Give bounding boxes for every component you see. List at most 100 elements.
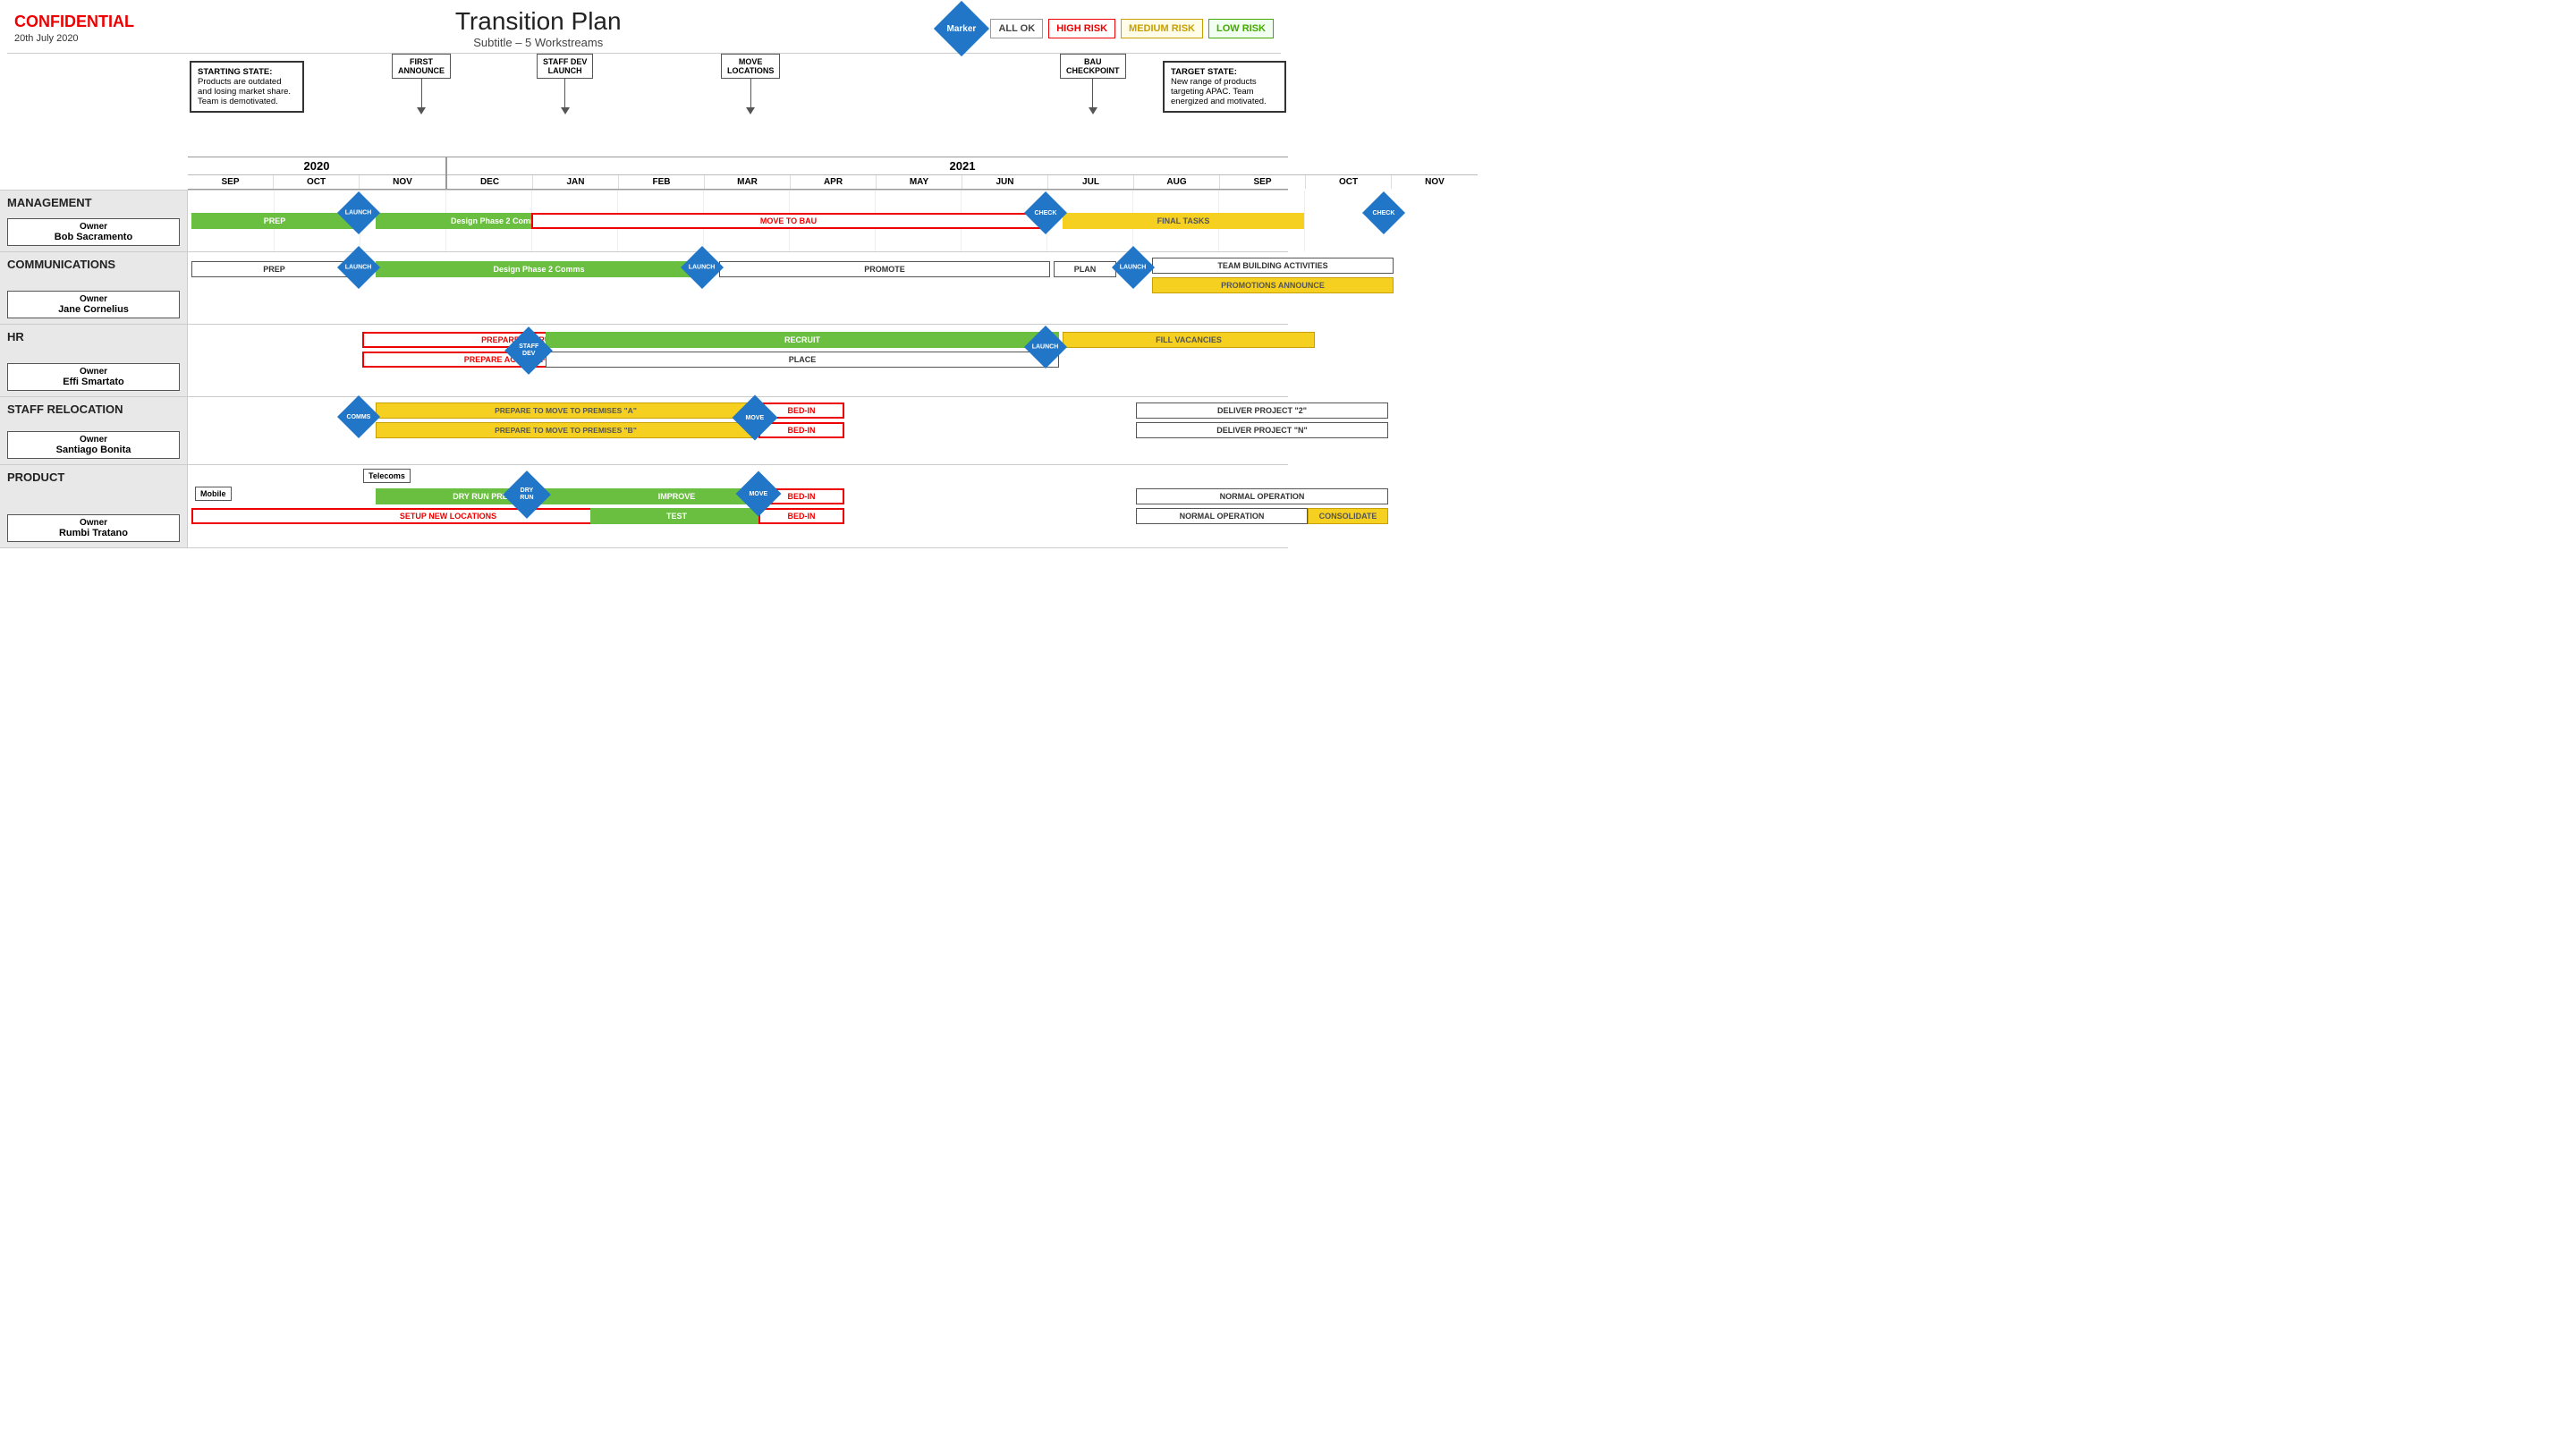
comms-launch-diamond-3: LAUNCH	[1112, 246, 1155, 289]
year-2021: 2021 DEC JAN FEB MAR APR MAY JUN JUL AUG…	[447, 157, 1478, 189]
comms-plan-bar: PLAN	[1054, 261, 1116, 277]
product-normal-op-bottom-bar: NORMAL OPERATION	[1136, 508, 1308, 524]
staff-relocation-name: STAFF RELOCATION	[7, 402, 180, 416]
starting-state-title: STARTING STATE:	[198, 67, 272, 77]
month-jul: JUL	[1048, 175, 1134, 189]
header: CONFIDENTIAL 20th July 2020 Transition P…	[0, 0, 1288, 53]
hr-row: HR Owner Effi Smartato PREPARE RECRUITER…	[0, 324, 1288, 396]
year-2021-label: 2021	[447, 157, 1478, 175]
reloc-comms-diamond: COMMS	[337, 395, 380, 438]
month-sep-2020: SEP	[188, 175, 274, 189]
product-content: Mobile Telecoms DRY RUN PREP SETUP NEW L…	[188, 465, 1288, 547]
confidential-label: CONFIDENTIAL	[14, 13, 134, 31]
management-row: MANAGEMENT Owner Bob Sacramento PREP LAU…	[0, 190, 1288, 251]
month-aug: AUG	[1134, 175, 1220, 189]
milestone-area: STARTING STATE: Products are outdated an…	[188, 54, 1288, 157]
product-mobile-callout: Mobile	[195, 487, 232, 501]
comms-launch-diamond-2: LAUNCH	[681, 246, 724, 289]
hr-owner-name: Effi Smartato	[13, 377, 174, 387]
comms-team-building-bar: TEAM BUILDING ACTIVITIES	[1152, 258, 1394, 274]
hr-owner-title: Owner	[13, 367, 174, 377]
mgmt-check-diamond-2: CHECK	[1362, 191, 1405, 234]
communications-owner-title: Owner	[13, 294, 174, 304]
comms-design-phase-bar: Design Phase 2 Comms	[376, 261, 702, 277]
month-jun: JUN	[962, 175, 1048, 189]
hr-label: HR Owner Effi Smartato	[0, 325, 188, 396]
comms-promote-bar: PROMOTE	[719, 261, 1050, 277]
management-owner-title: Owner	[13, 222, 174, 232]
year-2020-label: 2020	[188, 157, 445, 175]
months-2020: SEP OCT NOV	[188, 175, 445, 189]
comms-promotions-bar: PROMOTIONS ANNOUNCE	[1152, 277, 1394, 293]
milestone-bau-checkpoint: BAUCHECKPOINT	[1060, 54, 1126, 114]
milestone-first-announce: FIRSTANNOUNCE	[392, 54, 451, 114]
reloc-deliver-n-bar: DELIVER PROJECT "N"	[1136, 422, 1388, 438]
target-state-title: TARGET STATE:	[1171, 67, 1237, 77]
communications-label: COMMUNICATIONS Owner Jane Cornelius	[0, 252, 188, 324]
communications-content: PREP LAUNCH Design Phase 2 Comms LAUNCH …	[188, 252, 1288, 324]
month-nov-2020: NOV	[360, 175, 445, 189]
starting-state-text: Products are outdated and losing market …	[198, 77, 291, 106]
product-normal-op-top-bar: NORMAL OPERATION	[1136, 488, 1388, 504]
management-content: PREP LAUNCH Design Phase 2 Comms MOVE TO…	[188, 191, 1288, 251]
reloc-prep-b-bar: PREPARE TO MOVE TO PREMISES "B"	[376, 422, 756, 438]
legend-low-risk: LOW RISK	[1208, 19, 1274, 38]
hr-recruit-bar: RECRUIT	[546, 332, 1059, 348]
product-dry-run-prep-bar: DRY RUN PREP	[376, 488, 590, 504]
confidential-section: CONFIDENTIAL 20th July 2020	[14, 13, 134, 44]
reloc-prep-a-bar: PREPARE TO MOVE TO PREMISES "A"	[376, 402, 756, 419]
staff-relocation-content: COMMS PREPARE TO MOVE TO PREMISES "A" PR…	[188, 397, 1288, 464]
hr-place-bar: PLACE	[546, 352, 1059, 368]
month-may: MAY	[877, 175, 962, 189]
staff-relocation-row: STAFF RELOCATION Owner Santiago Bonita C…	[0, 396, 1288, 464]
legend-medium-risk: MEDIUM RISK	[1121, 19, 1203, 38]
month-dec: DEC	[447, 175, 533, 189]
main-title: Transition Plan	[455, 7, 622, 36]
month-nov: NOV	[1392, 175, 1478, 189]
mgmt-move-to-bau-bar: MOVE TO BAU	[531, 213, 1046, 229]
product-name: PRODUCT	[7, 470, 180, 484]
mgmt-final-tasks-bar: FINAL TASKS	[1063, 213, 1304, 229]
months-2021: DEC JAN FEB MAR APR MAY JUN JUL AUG SEP …	[447, 175, 1478, 189]
title-section: Transition Plan Subtitle – 5 Workstreams	[455, 7, 622, 49]
month-feb: FEB	[619, 175, 705, 189]
communications-row: COMMUNICATIONS Owner Jane Cornelius PREP…	[0, 251, 1288, 324]
month-oct-2020: OCT	[274, 175, 360, 189]
product-owner-box: Owner Rumbi Tratano	[7, 514, 180, 542]
staff-relocation-owner-box: Owner Santiago Bonita	[7, 431, 180, 459]
product-consolidate-bar: CONSOLIDATE	[1308, 508, 1388, 524]
mgmt-prep-bar: PREP	[191, 213, 358, 229]
staff-relocation-owner-title: Owner	[13, 435, 174, 445]
hr-content: PREPARE RECRUITERS PREPARE AGENCY FOR SU…	[188, 325, 1288, 396]
hr-owner-box: Owner Effi Smartato	[7, 363, 180, 391]
communications-name: COMMUNICATIONS	[7, 258, 180, 271]
legend-high-risk: HIGH RISK	[1048, 19, 1115, 38]
hr-fill-vacancies-bar: FILL VACANCIES	[1063, 332, 1315, 348]
grid-oct2	[1304, 191, 1305, 251]
starting-state-box: STARTING STATE: Products are outdated an…	[190, 61, 304, 113]
product-owner-title: Owner	[13, 518, 174, 528]
year-2020: 2020 SEP OCT NOV	[188, 157, 447, 189]
management-label: MANAGEMENT Owner Bob Sacramento	[0, 191, 188, 251]
comms-launch-diamond-1: LAUNCH	[337, 246, 380, 289]
management-owner-box: Owner Bob Sacramento	[7, 218, 180, 246]
product-owner-name: Rumbi Tratano	[13, 528, 174, 538]
reloc-deliver-2-bar: DELIVER PROJECT "2"	[1136, 402, 1388, 419]
product-bed-in-bottom-bar: BED-IN	[758, 508, 844, 524]
month-sep: SEP	[1220, 175, 1306, 189]
comms-prep-bar: PREP	[191, 261, 357, 277]
hr-name: HR	[7, 330, 180, 343]
month-mar: MAR	[705, 175, 791, 189]
month-apr: APR	[791, 175, 877, 189]
product-row: PRODUCT Owner Rumbi Tratano Mobile Telec…	[0, 464, 1288, 548]
product-test-bar: TEST	[590, 508, 763, 524]
subtitle: Subtitle – 5 Workstreams	[455, 36, 622, 49]
product-telecoms-callout: Telecoms	[363, 469, 411, 483]
communications-owner-box: Owner Jane Cornelius	[7, 291, 180, 318]
product-label: PRODUCT Owner Rumbi Tratano	[0, 465, 188, 547]
reloc-bed-in-b-bar: BED-IN	[758, 422, 844, 438]
management-owner-name: Bob Sacramento	[13, 232, 174, 242]
month-jan: JAN	[533, 175, 619, 189]
communications-owner-name: Jane Cornelius	[13, 304, 174, 315]
target-state-box: TARGET STATE: New range of products targ…	[1163, 61, 1286, 113]
